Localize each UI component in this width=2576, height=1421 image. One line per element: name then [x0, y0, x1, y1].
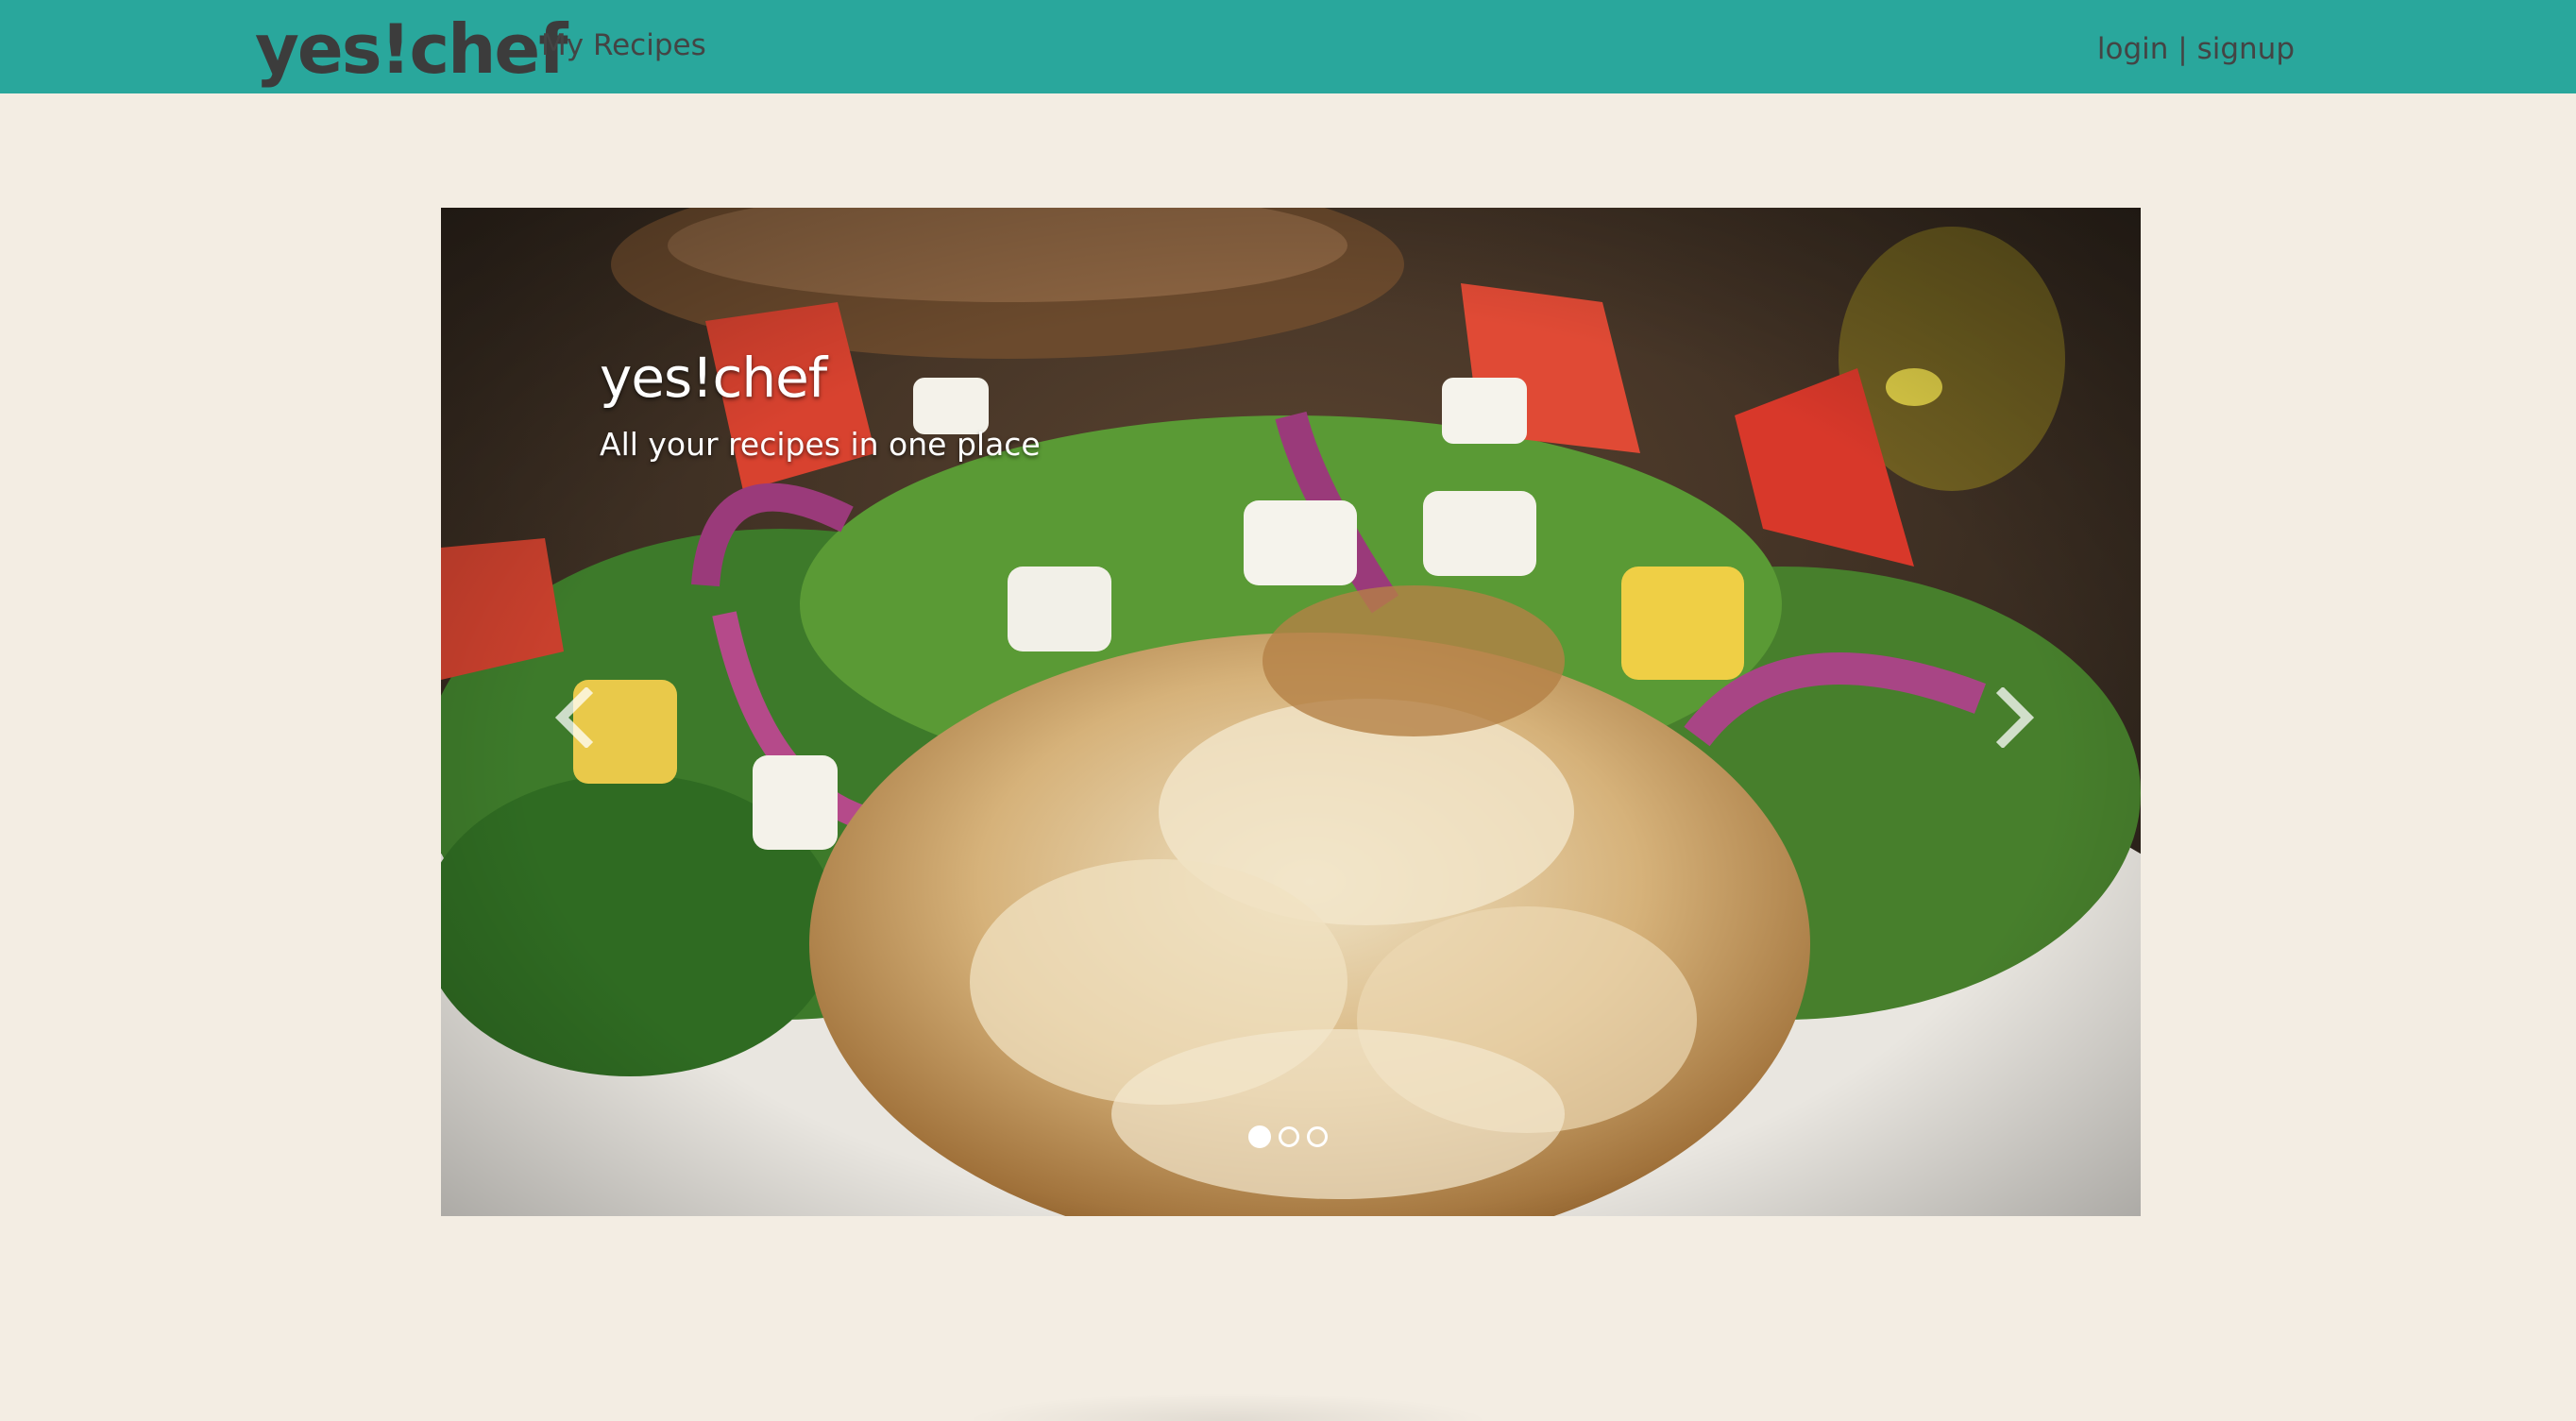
carousel-next-button[interactable] [1978, 680, 2054, 755]
signup-link[interactable]: signup [2197, 32, 2295, 66]
carousel-indicator-3[interactable] [1307, 1126, 1328, 1147]
carousel-indicators [1248, 1125, 1328, 1148]
navbar: yes!chef My Recipes login | signup [0, 0, 2576, 93]
section-shadow [963, 1393, 1492, 1421]
carousel-indicator-2[interactable] [1279, 1126, 1299, 1147]
auth-links: login | signup [2097, 28, 2295, 70]
carousel-indicator-1[interactable] [1248, 1125, 1271, 1148]
caption-title: yes!chef [600, 346, 827, 410]
brand-logo[interactable]: yes!chef [255, 8, 568, 91]
hero-carousel: yes!chef All your recipes in one place [441, 208, 2141, 1216]
chevron-left-icon [554, 687, 594, 748]
login-link[interactable]: login [2097, 32, 2169, 66]
caption-subtitle: All your recipes in one place [600, 426, 1041, 463]
carousel-prev-button[interactable] [535, 680, 611, 755]
chevron-right-icon [1995, 687, 2035, 748]
nav-my-recipes[interactable]: My Recipes [541, 25, 706, 66]
carousel-caption: yes!chef All your recipes in one place [600, 340, 1041, 468]
auth-separator: | [2168, 32, 2197, 66]
